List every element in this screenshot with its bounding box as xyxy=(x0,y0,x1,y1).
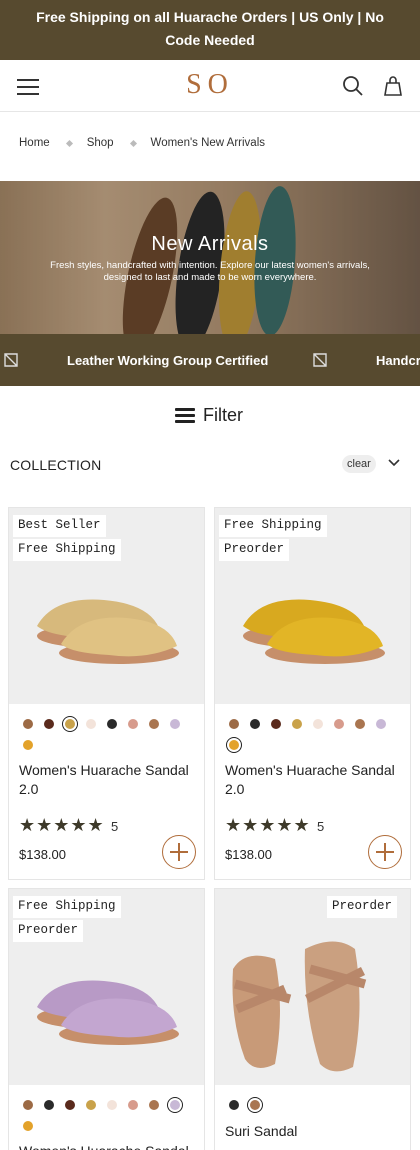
color-swatch[interactable] xyxy=(107,719,117,729)
breadcrumb-home[interactable]: Home xyxy=(19,137,50,149)
collection-label: COLLECTION xyxy=(10,457,102,473)
product-card[interactable]: Free Shipping Preorder Women's Huarache … xyxy=(214,507,411,880)
breadcrumb-separator xyxy=(65,139,73,147)
product-name[interactable]: Suri Sandal xyxy=(225,1122,405,1141)
color-swatch[interactable] xyxy=(334,719,344,729)
badge-free-shipping: Free Shipping xyxy=(219,515,327,537)
color-swatch[interactable] xyxy=(128,719,138,729)
color-swatch[interactable] xyxy=(107,1100,117,1110)
color-swatch[interactable] xyxy=(271,719,281,729)
color-swatch[interactable] xyxy=(292,719,302,729)
breadcrumb: Home Shop Women's New Arrivals xyxy=(19,137,265,149)
filter-button[interactable]: Filter xyxy=(175,405,243,426)
badge-preorder: Preorder xyxy=(219,539,290,561)
certification-icon xyxy=(313,353,327,367)
product-name[interactable]: Women's Huarache Sandal 2.0 xyxy=(19,1142,199,1150)
sandal-image xyxy=(37,599,179,664)
star-rating: ★★★★★ xyxy=(19,815,105,835)
product-name[interactable]: Women's Huarache Sandal 2.0 xyxy=(19,761,199,799)
sandal-image xyxy=(243,599,385,664)
star-rating: ★★★★★ xyxy=(225,815,311,835)
color-swatch[interactable] xyxy=(86,1100,96,1110)
filter-icon xyxy=(175,407,195,424)
hero-title: New Arrivals xyxy=(151,233,269,255)
site-header: SO xyxy=(0,60,420,112)
color-swatch[interactable] xyxy=(23,1100,33,1110)
sandal-image xyxy=(37,980,179,1045)
rating-count: 5 xyxy=(317,819,325,834)
color-swatch[interactable] xyxy=(65,1100,75,1110)
color-swatch[interactable] xyxy=(229,740,239,750)
product-image xyxy=(215,508,410,704)
announcement-bar: Free Shipping on all Huarache Orders | U… xyxy=(0,0,420,60)
add-to-cart-button[interactable] xyxy=(162,835,196,869)
color-swatch[interactable] xyxy=(128,1100,138,1110)
ticker-item: Leather Working Group Certified xyxy=(67,353,269,368)
color-swatch[interactable] xyxy=(170,719,180,729)
chevron-down-icon[interactable] xyxy=(387,456,401,470)
filter-label: Filter xyxy=(203,405,243,425)
color-swatch[interactable] xyxy=(23,1121,33,1131)
color-swatch[interactable] xyxy=(250,1100,260,1110)
color-swatch[interactable] xyxy=(65,719,75,729)
product-image xyxy=(9,508,204,704)
shopping-bag-icon[interactable] xyxy=(382,75,404,97)
hero-subtitle: Fresh styles, handcrafted with intention… xyxy=(50,260,370,283)
color-swatch[interactable] xyxy=(23,740,33,750)
color-swatch[interactable] xyxy=(86,719,96,729)
sandal-image xyxy=(232,941,367,1072)
color-swatch[interactable] xyxy=(44,719,54,729)
badge-preorder: Preorder xyxy=(327,896,398,918)
breadcrumb-current[interactable]: Women's New Arrivals xyxy=(151,137,265,149)
hero-sandals-image xyxy=(0,181,420,334)
product-price: $138.00 xyxy=(19,847,66,862)
color-swatch[interactable] xyxy=(376,719,386,729)
color-swatch[interactable] xyxy=(170,1100,180,1110)
badge-best-seller: Best Seller xyxy=(13,515,106,537)
color-swatch[interactable] xyxy=(149,719,159,729)
ticker-item: Handcr xyxy=(376,353,420,368)
color-swatch[interactable] xyxy=(23,719,33,729)
badge-free-shipping: Free Shipping xyxy=(13,896,121,918)
color-swatch[interactable] xyxy=(250,719,260,729)
badge-free-shipping: Free Shipping xyxy=(13,539,121,561)
product-card[interactable]: Free Shipping Preorder Women's Huarache … xyxy=(8,888,205,1150)
clear-filter-button[interactable]: clear xyxy=(342,455,376,473)
hero-banner: New Arrivals Fresh styles, handcrafted w… xyxy=(0,181,420,334)
product-card[interactable]: Best Seller Free Shipping Women's Huarac… xyxy=(8,507,205,880)
announcement-text: Free Shipping on all Huarache Orders | U… xyxy=(36,9,384,48)
search-icon[interactable] xyxy=(342,75,364,97)
color-swatch[interactable] xyxy=(44,1100,54,1110)
breadcrumb-separator xyxy=(129,139,137,147)
product-card[interactable]: Preorder Suri Sandal xyxy=(214,888,411,1150)
color-swatch[interactable] xyxy=(229,1100,239,1110)
rating-count: 5 xyxy=(111,819,119,834)
badge-preorder: Preorder xyxy=(13,920,84,942)
product-image xyxy=(215,889,410,1085)
breadcrumb-shop[interactable]: Shop xyxy=(87,137,114,149)
certification-ticker: Leather Working Group Certified Handcr xyxy=(0,334,420,386)
add-to-cart-button[interactable] xyxy=(368,835,402,869)
color-swatch[interactable] xyxy=(229,719,239,729)
product-name[interactable]: Women's Huarache Sandal 2.0 xyxy=(225,761,405,799)
color-swatch[interactable] xyxy=(149,1100,159,1110)
product-price: $138.00 xyxy=(225,847,272,862)
product-image xyxy=(9,889,204,1085)
color-swatch[interactable] xyxy=(313,719,323,729)
certification-icon xyxy=(4,353,18,367)
color-swatch[interactable] xyxy=(355,719,365,729)
